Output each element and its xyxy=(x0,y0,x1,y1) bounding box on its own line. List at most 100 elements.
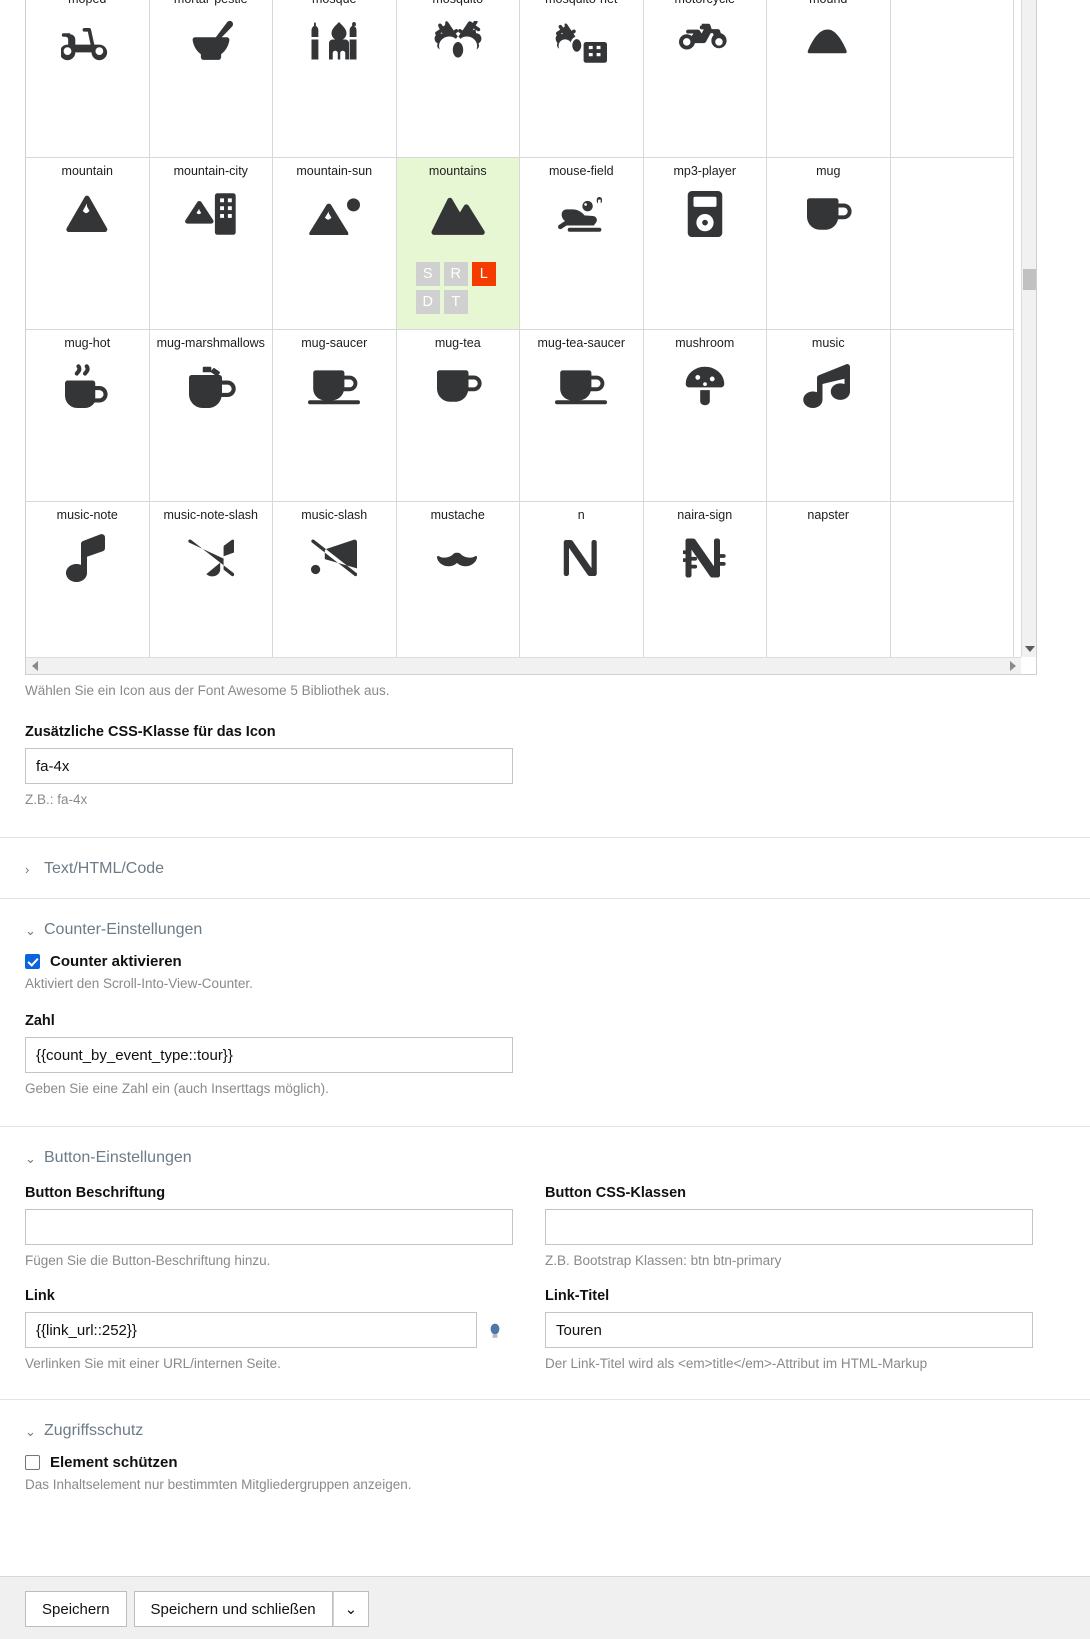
counter-settings-legend[interactable]: ⌄ Counter-Einstellungen xyxy=(25,899,1065,953)
icon-cell-mosque[interactable]: mosque xyxy=(273,0,397,158)
button-cssclasses-field-group: Button CSS-Klassen Z.B. Bootstrap Klasse… xyxy=(545,1185,1065,1268)
icon-cell-n[interactable]: n xyxy=(520,502,644,657)
icon-cell-mug-tea[interactable]: mug-tea xyxy=(396,330,520,502)
icon-cell-mug-tea-saucer[interactable]: mug-tea-saucer xyxy=(520,330,644,502)
vertical-scrollbar-thumb[interactable] xyxy=(1023,269,1036,290)
button-caption-field-group: Button Beschriftung Fügen Sie die Button… xyxy=(25,1185,545,1268)
icon-cell-music-note[interactable]: music-note xyxy=(26,502,150,657)
icon-name-label: mountains xyxy=(428,164,487,178)
chevron-right-icon: › xyxy=(25,861,30,877)
mosque-icon xyxy=(273,16,396,68)
mug-icon xyxy=(767,188,890,240)
mug-marshmallows-icon xyxy=(150,360,273,412)
icon-cell-music[interactable]: music xyxy=(767,330,891,502)
button-fields-row-2: Link Verlinken Sie mit einer URL/interne… xyxy=(25,1288,1065,1371)
css-class-input[interactable] xyxy=(25,748,513,784)
mosquito-icon xyxy=(397,16,520,68)
icon-cell-mosquito[interactable]: mosquito xyxy=(396,0,520,158)
button-settings-title: Button-Einstellungen xyxy=(44,1149,192,1166)
button-caption-input[interactable] xyxy=(25,1209,513,1245)
icon-cell-mug-hot[interactable]: mug-hot xyxy=(26,330,150,502)
icon-cell-mug-marshmallows[interactable]: mug-marshmallows xyxy=(149,330,273,502)
icon-picker[interactable]: mopedmortar-pestlemosquemosquitomosquito… xyxy=(25,0,1037,675)
icon-cell-naira-sign[interactable]: naira-sign xyxy=(643,502,767,657)
scroll-left-arrow-icon[interactable] xyxy=(26,658,43,674)
shortcut-badge-d[interactable]: D xyxy=(415,290,440,314)
icon-picker-scroll-area[interactable]: mopedmortar-pestlemosquemosquitomosquito… xyxy=(26,0,1021,657)
linktitle-label: Link-Titel xyxy=(545,1288,610,1304)
icon-name-label: mug-tea-saucer xyxy=(537,336,626,350)
icon-cell-motorcycle[interactable]: motorcycle xyxy=(643,0,767,158)
icon-name-label: music-note-slash xyxy=(163,508,258,522)
shortcut-badge-r[interactable]: R xyxy=(443,262,468,286)
counter-number-help-text: Geben Sie eine Zahl ein (auch Inserttags… xyxy=(25,1081,329,1096)
counter-settings-section: ⌄ Counter-Einstellungen Counter aktivier… xyxy=(0,899,1090,1127)
mountain-icon xyxy=(26,188,149,240)
scroll-down-arrow-icon[interactable] xyxy=(1022,640,1037,657)
mountain-sun-icon xyxy=(273,188,396,240)
icon-cell-mortar-pestle[interactable]: mortar-pestle xyxy=(149,0,273,158)
save-dropdown-toggle[interactable]: ⌄ xyxy=(332,1591,370,1627)
icon-name-label: mountain-city xyxy=(173,164,248,178)
button-settings-legend[interactable]: ⌄ Button-Einstellungen xyxy=(25,1127,1065,1185)
icon-cell-mouse-field[interactable]: mouse-field xyxy=(520,158,644,330)
scroll-right-arrow-icon[interactable] xyxy=(1004,658,1021,674)
icon-cell-empty xyxy=(890,0,1014,158)
icon-name-label: mosquito xyxy=(397,0,520,7)
button-caption-help-text: Fügen Sie die Button-Beschriftung hinzu. xyxy=(25,1253,271,1268)
mug-tea-saucer-icon xyxy=(520,360,643,412)
icon-cell-music-note-slash[interactable]: music-note-slash xyxy=(149,502,273,657)
shortcut-badge-s[interactable]: S xyxy=(415,262,440,286)
linktitle-field-group: Link-Titel Der Link-Titel wird als <em>t… xyxy=(545,1288,1065,1371)
mosquito-net-icon xyxy=(520,16,643,68)
icon-picker-vertical-scrollbar[interactable] xyxy=(1021,0,1036,657)
icon-cell-mug[interactable]: mug xyxy=(767,158,891,330)
icon-name-label: mp3-player xyxy=(673,164,737,178)
text-html-code-section[interactable]: › Text/HTML/Code xyxy=(0,838,1090,899)
icon-glyph-empty xyxy=(767,532,890,584)
counter-number-input[interactable] xyxy=(25,1037,513,1073)
icon-picker-horizontal-scrollbar[interactable] xyxy=(26,657,1021,674)
icon-name-label: mouse-field xyxy=(548,164,614,178)
icon-shortcut-badges[interactable]: SRL DT xyxy=(415,262,500,314)
counter-enable-row[interactable]: Counter aktivieren xyxy=(25,953,1065,970)
icon-cell-mushroom[interactable]: mushroom xyxy=(643,330,767,502)
link-input[interactable] xyxy=(25,1312,477,1348)
icon-cell-mustache[interactable]: mustache xyxy=(396,502,520,657)
button-fields-row-1: Button Beschriftung Fügen Sie die Button… xyxy=(25,1185,1065,1268)
page-picker-icon[interactable] xyxy=(488,1323,502,1338)
icon-cell-moped[interactable]: moped xyxy=(26,0,150,158)
mp3-player-icon xyxy=(644,188,767,240)
icon-cell-mountains[interactable]: mountains S R L D T xyxy=(396,158,520,330)
shortcut-badge-t[interactable]: T xyxy=(443,290,468,314)
icon-cell-mountain[interactable]: mountain xyxy=(26,158,150,330)
icon-name-label: mosque xyxy=(273,0,396,7)
protect-element-label: Element schützen xyxy=(50,1454,178,1471)
icon-cell-mosquito-net[interactable]: mosquito-net xyxy=(520,0,644,158)
icon-glyph-empty xyxy=(891,346,1014,398)
text-html-code-legend[interactable]: › Text/HTML/Code xyxy=(25,838,1065,898)
icon-grid[interactable]: mopedmortar-pestlemosquemosquitomosquito… xyxy=(26,0,1014,657)
save-and-close-button[interactable]: Speichern und schließen xyxy=(133,1591,333,1627)
text-html-code-title: Text/HTML/Code xyxy=(44,860,165,877)
protect-element-checkbox[interactable] xyxy=(25,1455,40,1470)
icon-name-label: mustache xyxy=(430,508,485,522)
counter-enable-checkbox[interactable] xyxy=(25,954,40,969)
chevron-down-icon: ⌄ xyxy=(25,922,36,938)
save-button[interactable]: Speichern xyxy=(25,1591,127,1627)
protect-element-row[interactable]: Element schützen xyxy=(25,1454,1065,1471)
icon-cell-mound[interactable]: mound xyxy=(767,0,891,158)
shortcut-badge-l[interactable]: L xyxy=(471,262,496,286)
icon-cell-music-slash[interactable]: music-slash xyxy=(273,502,397,657)
icon-cell-mountain-sun[interactable]: mountain-sun xyxy=(273,158,397,330)
mountain-city-icon xyxy=(150,188,273,240)
icon-cell-mug-saucer[interactable]: mug-saucer xyxy=(273,330,397,502)
button-cssclasses-input[interactable] xyxy=(545,1209,1033,1245)
link-label: Link xyxy=(25,1288,55,1304)
music-note-icon xyxy=(26,532,149,584)
linktitle-input[interactable] xyxy=(545,1312,1033,1348)
icon-cell-mountain-city[interactable]: mountain-city xyxy=(149,158,273,330)
access-protection-legend[interactable]: ⌄ Zugriffsschutz xyxy=(25,1400,1065,1454)
icon-cell-mp3-player[interactable]: mp3-player xyxy=(643,158,767,330)
icon-cell-napster[interactable]: napster xyxy=(767,502,891,657)
